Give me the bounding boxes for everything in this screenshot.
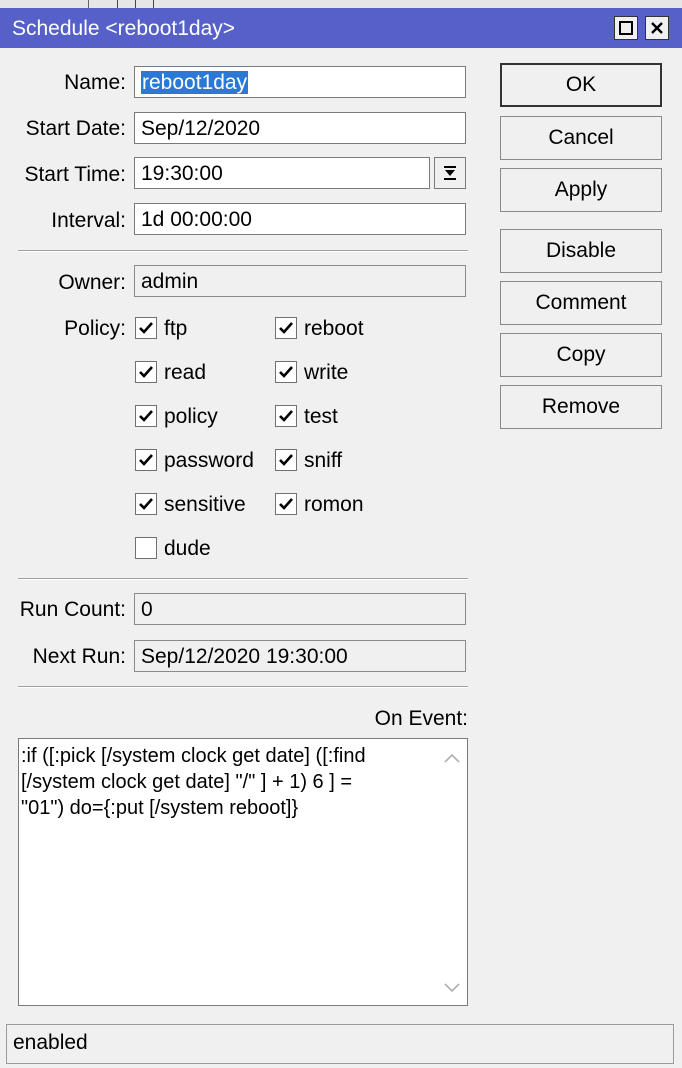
on-event-textarea[interactable]: :if ([:pick [/system clock get date] ([:… [18,738,468,1006]
scroll-up-icon[interactable] [444,753,460,763]
interval-value: 1d 00:00:00 [141,208,252,231]
on-event-line: [/system clock get date] "/" ] + 1) 6 ] … [21,771,353,793]
policy-dude-label: dude [164,537,211,560]
policy-romon-label: romon [304,493,364,516]
interval-label: Interval: [51,209,126,232]
owner-field: admin [134,265,466,297]
policy-password-checkbox[interactable] [135,449,157,471]
policy-read-label: read [164,361,207,384]
start-time-value: 19:30:00 [141,162,223,185]
apply-button[interactable]: Apply [500,168,662,212]
separator [18,686,468,688]
checkmark-icon [139,366,153,378]
next-run-value: Sep/12/2020 19:30:00 [141,645,348,668]
status-text: enabled [13,1031,88,1054]
on-event-line: "01") do={:put [/system reboot]} [21,797,299,819]
name-field[interactable]: reboot1day [134,66,466,98]
checkmark-icon [279,410,293,422]
run-count-value: 0 [141,598,153,621]
arrow-down-bar-icon [444,166,456,180]
remove-button[interactable]: Remove [500,385,662,429]
start-time-field[interactable]: 19:30:00 [134,157,430,189]
disable-button[interactable]: Disable [500,229,662,273]
cancel-button[interactable]: Cancel [500,116,662,160]
policy-ftp-checkbox[interactable] [135,317,157,339]
run-count-field: 0 [134,593,466,625]
square-icon [619,21,633,35]
run-count-label: Run Count: [19,598,126,621]
policy-policy-label: policy [164,405,218,428]
comment-button[interactable]: Comment [500,281,662,325]
checkmark-icon [279,366,293,378]
policy-label: Policy: [64,317,126,340]
policy-write-checkbox[interactable] [275,361,297,383]
policy-dude-checkbox[interactable] [135,537,157,559]
background-tabs [88,0,185,8]
checkmark-icon [279,322,293,334]
ok-button[interactable]: OK [500,63,662,107]
separator [18,250,468,252]
owner-label: Owner: [58,271,126,294]
policy-password-label: password [164,449,254,472]
next-run-label: Next Run: [32,645,126,668]
name-label: Name: [64,71,126,94]
interval-field[interactable]: 1d 00:00:00 [134,203,466,235]
owner-value: admin [141,270,199,293]
policy-sniff-label: sniff [304,449,343,472]
x-icon [651,22,663,34]
checkmark-icon [139,454,153,466]
separator [18,578,468,580]
on-event-line: :if ([:pick [/system clock get date] ([:… [21,745,366,767]
background-window-strip [0,0,682,8]
status-bar: enabled [6,1024,674,1064]
checkmark-icon [139,498,153,510]
window-title: Schedule <reboot1day> [12,17,236,40]
policy-reboot-checkbox[interactable] [275,317,297,339]
title-bar[interactable]: Schedule <reboot1day> [0,8,682,48]
name-value: reboot1day [141,71,249,94]
start-date-field[interactable]: Sep/12/2020 [134,112,466,144]
policy-test-checkbox[interactable] [275,405,297,427]
on-event-content: :if ([:pick [/system clock get date] ([:… [21,743,431,821]
start-date-value: Sep/12/2020 [141,117,261,140]
policy-reboot-label: reboot [304,317,364,340]
start-time-dropdown-button[interactable] [434,157,466,189]
start-date-label: Start Date: [25,117,126,140]
policy-test-label: test [304,405,338,428]
close-button[interactable] [645,16,669,40]
scroll-down-icon[interactable] [444,983,460,993]
policy-policy-checkbox[interactable] [135,405,157,427]
checkmark-icon [279,454,293,466]
policy-ftp-label: ftp [164,317,188,340]
policy-write-label: write [304,361,349,384]
policy-romon-checkbox[interactable] [275,493,297,515]
policy-sensitive-label: sensitive [164,493,246,516]
checkmark-icon [139,410,153,422]
policy-read-checkbox[interactable] [135,361,157,383]
maximize-button[interactable] [614,16,638,40]
vertical-scrollbar[interactable] [437,739,467,1005]
policy-sniff-checkbox[interactable] [275,449,297,471]
checkmark-icon [279,498,293,510]
copy-button[interactable]: Copy [500,333,662,377]
checkmark-icon [139,322,153,334]
on-event-label: On Event: [374,707,468,730]
policy-sensitive-checkbox[interactable] [135,493,157,515]
next-run-field: Sep/12/2020 19:30:00 [134,640,466,672]
start-time-label: Start Time: [24,163,126,186]
